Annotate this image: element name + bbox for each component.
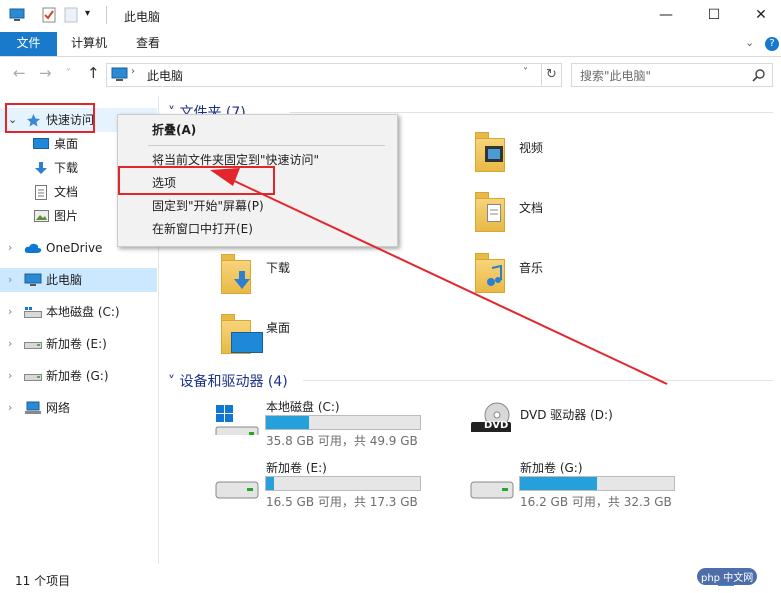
annotation-arrow	[210, 168, 668, 385]
item-count: 11 个项目	[15, 574, 71, 588]
watermark-logo: php 中文网	[697, 568, 758, 585]
status-bar: 11 个项目 php 中文网	[0, 564, 781, 593]
